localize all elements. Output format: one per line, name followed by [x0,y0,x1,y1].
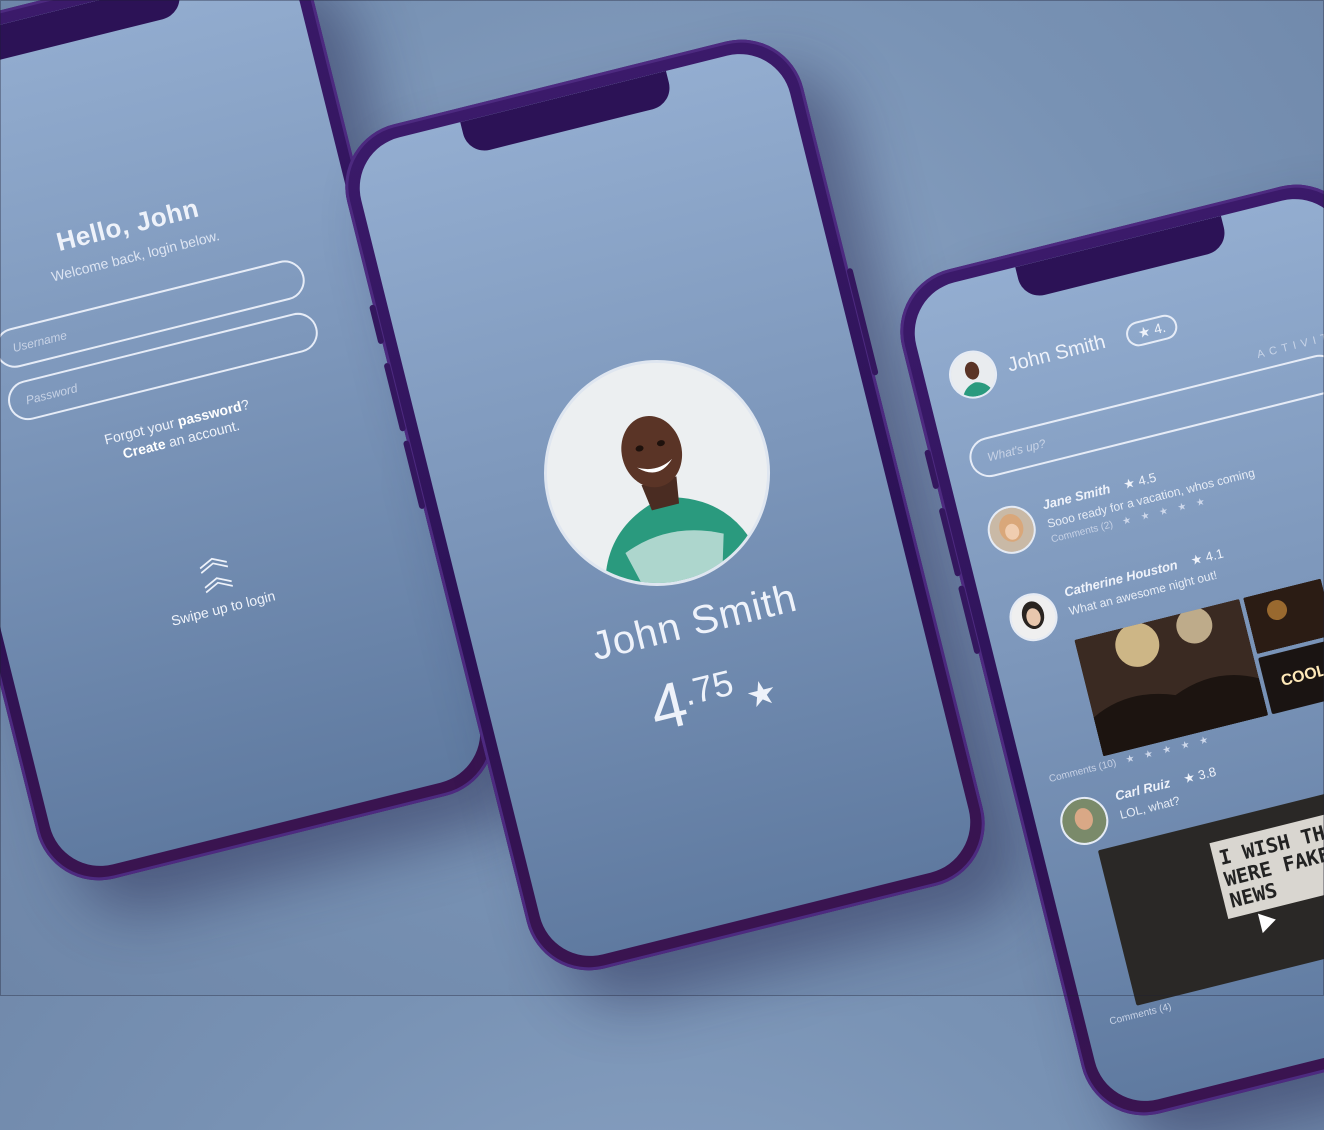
person-photo-icon [985,503,1039,557]
swipe-up-control[interactable]: ︽ ︽ Swipe up to login [0,496,440,669]
cool-sign-text: COOL [1279,662,1324,690]
side-button [938,507,962,577]
chevrons-up-icon: ︽ ︽ [193,539,234,598]
play-icon[interactable] [1257,909,1279,934]
star-icon: ★ [742,672,781,717]
rating-decimal: .75 [678,661,738,714]
post-author-avatar[interactable] [1004,588,1063,647]
profile-screen: John Smith 4.75 ★ [348,43,982,967]
person-photo-icon [946,347,1000,402]
phone-notch [0,0,185,66]
comments-link[interactable]: Comments (4) [1108,1002,1172,1028]
phone-profile-mockup: John Smith 4.75 ★ [331,26,999,984]
post-author-avatar[interactable] [1055,791,1114,850]
post-author-rating: ★ 4.5 [1121,469,1158,493]
user-rating-badge: ★ 4. [1123,311,1180,349]
protest-sign: I WISH THIS WERE FAKE NEWS [1209,801,1324,919]
person-photo-icon [523,339,791,607]
post-author-rating: ★ 3.8 [1181,763,1218,787]
feed-screen: John Smith ★ 4. ACTIVITY What's up? Jane… [903,188,1324,1112]
profile-avatar[interactable] [520,335,794,610]
post-author-rating: ★ 4.1 [1189,545,1226,569]
crowd-image-icon [1243,578,1324,655]
person-photo-icon [1006,590,1061,644]
post-author-avatar[interactable] [982,500,1041,559]
concert-photo[interactable] [1243,578,1324,655]
comments-link[interactable]: Comments (10) [1048,758,1118,785]
person-photo-icon [1057,794,1111,848]
phone-notch [460,70,675,156]
phone-notch [1015,215,1230,301]
side-button [923,449,940,490]
phone-feed-mockup: John Smith ★ 4. ACTIVITY What's up? Jane… [886,171,1324,1129]
user-avatar[interactable] [943,345,1003,404]
feed-user-name: John Smith [1005,330,1108,377]
side-button [957,585,981,655]
login-form: Hello, John Welcome back, login below. U… [0,157,398,502]
